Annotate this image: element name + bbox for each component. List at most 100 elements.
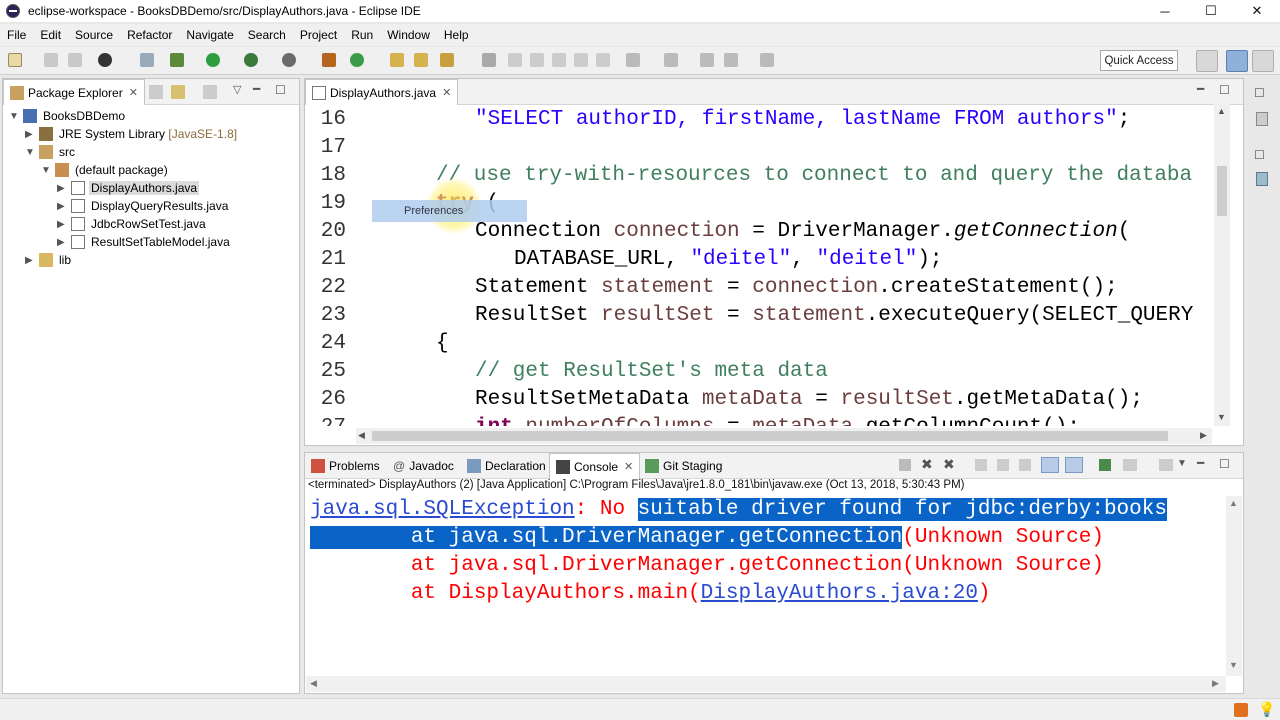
show-source-icon[interactable]: [574, 53, 588, 67]
quick-access-field[interactable]: Quick Access: [1100, 50, 1178, 71]
skip-breakpoints-icon[interactable]: [140, 53, 154, 67]
remove-all-launches-icon[interactable]: ✖: [943, 456, 955, 473]
save-icon[interactable]: [44, 53, 58, 67]
chevron-down-icon[interactable]: ▼: [41, 165, 51, 176]
scroll-left-icon[interactable]: ◀: [358, 430, 365, 441]
new-java-project-icon[interactable]: [322, 53, 336, 67]
scroll-thumb[interactable]: [1217, 166, 1227, 216]
word-wrap-icon[interactable]: [1019, 459, 1031, 471]
tab-package-explorer[interactable]: Package Explorer ✕: [3, 79, 145, 105]
close-icon[interactable]: ✕: [129, 86, 138, 99]
minimize-view-icon[interactable]: ━: [1197, 456, 1204, 470]
scroll-up-icon[interactable]: ▲: [1229, 498, 1238, 508]
run-icon[interactable]: [206, 53, 220, 67]
preferences-tooltip[interactable]: Preferences: [372, 200, 527, 222]
tab-problems[interactable]: Problems: [305, 453, 386, 479]
scroll-down-icon[interactable]: ▼: [1217, 412, 1226, 422]
toggle-whitespace-icon[interactable]: [552, 53, 566, 67]
tree-item-src[interactable]: ▼ src: [25, 143, 77, 161]
close-button[interactable]: ✕: [1234, 0, 1280, 22]
scroll-lock-icon[interactable]: [997, 459, 1009, 471]
menu-window[interactable]: Window: [380, 28, 437, 42]
console-horizontal-scrollbar[interactable]: ◀ ▶: [306, 676, 1226, 692]
source-link[interactable]: DisplayAuthors.java:20: [701, 582, 978, 605]
open-console-icon[interactable]: [1159, 459, 1173, 471]
maximize-view-icon[interactable]: ☐: [275, 83, 286, 97]
menu-file[interactable]: File: [0, 28, 33, 42]
java-perspective-icon[interactable]: [1226, 50, 1248, 72]
previous-annotation-icon[interactable]: [664, 53, 678, 67]
next-annotation-icon[interactable]: [626, 53, 640, 67]
search-icon[interactable]: [440, 53, 454, 67]
chevron-right-icon[interactable]: ▶: [57, 183, 67, 194]
display-selected-console-icon[interactable]: [1123, 459, 1137, 471]
task-list-icon[interactable]: [1256, 172, 1268, 186]
annotation-icon[interactable]: [482, 53, 496, 67]
console-vertical-scrollbar[interactable]: ▲ ▼: [1226, 496, 1242, 676]
menu-refactor[interactable]: Refactor: [120, 28, 179, 42]
chevron-down-icon[interactable]: ▼: [1177, 458, 1187, 469]
debug-perspective-icon[interactable]: [1252, 50, 1274, 72]
restore-view-icon[interactable]: ☐: [1254, 86, 1265, 100]
maximize-view-icon[interactable]: ☐: [1219, 457, 1230, 471]
chevron-right-icon[interactable]: ▶: [25, 255, 35, 266]
coverage-icon[interactable]: [244, 53, 258, 67]
tab-console[interactable]: Console ✕: [549, 453, 641, 479]
new-class-icon[interactable]: [350, 53, 364, 67]
chevron-right-icon[interactable]: ▶: [25, 129, 35, 140]
minimize-button[interactable]: ─: [1142, 0, 1188, 22]
back-icon[interactable]: [724, 53, 738, 67]
scroll-right-icon[interactable]: ▶: [1200, 430, 1207, 441]
maximize-view-icon[interactable]: ☐: [1219, 83, 1230, 97]
collapse-all-icon[interactable]: [149, 85, 163, 99]
chevron-right-icon[interactable]: ▶: [57, 201, 67, 212]
menu-navigate[interactable]: Navigate: [179, 28, 240, 42]
tree-item-file[interactable]: ▶ DisplayQueryResults.java: [57, 197, 230, 215]
tab-declaration[interactable]: Declaration: [461, 453, 552, 479]
minimize-view-icon[interactable]: ━: [1197, 82, 1204, 96]
close-icon[interactable]: ✕: [624, 460, 633, 473]
menu-help[interactable]: Help: [437, 28, 476, 42]
external-tools-icon[interactable]: [282, 53, 296, 67]
menu-source[interactable]: Source: [68, 28, 120, 42]
chevron-right-icon[interactable]: ▶: [57, 237, 67, 248]
tab-git-staging[interactable]: Git Staging: [639, 453, 728, 479]
close-icon[interactable]: ✕: [442, 86, 451, 99]
open-perspective-icon[interactable]: [1196, 50, 1218, 72]
tree-item-project[interactable]: ▼ BooksDBDemo: [9, 107, 127, 125]
link-with-editor-icon[interactable]: [171, 85, 185, 99]
chevron-right-icon[interactable]: ▶: [57, 219, 67, 230]
scroll-up-icon[interactable]: ▲: [1217, 106, 1226, 116]
scroll-left-icon[interactable]: ◀: [310, 678, 317, 689]
save-all-icon[interactable]: [68, 53, 82, 67]
scroll-right-icon[interactable]: ▶: [1212, 678, 1219, 689]
tree-item-file[interactable]: ▶ DisplayAuthors.java: [57, 179, 200, 197]
menu-search[interactable]: Search: [241, 28, 293, 42]
view-menu-icon[interactable]: ▽: [233, 83, 241, 96]
editor-vertical-scrollbar[interactable]: ▲ ▼: [1214, 104, 1230, 426]
toggle-mark-occurrences-icon[interactable]: [508, 53, 522, 67]
chevron-down-icon[interactable]: ▼: [9, 111, 19, 122]
code-editor[interactable]: 16 "SELECT authorID, firstName, lastName …: [306, 104, 1214, 426]
scroll-thumb[interactable]: [372, 431, 1168, 441]
rss-icon[interactable]: [1234, 703, 1248, 717]
remove-launch-icon[interactable]: ✖: [921, 456, 933, 473]
tip-lightbulb-icon[interactable]: 💡: [1258, 701, 1275, 718]
tab-display-authors[interactable]: DisplayAuthors.java ✕: [305, 79, 459, 105]
tree-item-default-package[interactable]: ▼ (default package): [41, 161, 170, 179]
menu-run[interactable]: Run: [344, 28, 380, 42]
outline-icon[interactable]: [1256, 112, 1268, 126]
debug-icon[interactable]: [170, 53, 184, 67]
profile-icon[interactable]: [98, 53, 112, 67]
chevron-down-icon[interactable]: ▼: [25, 147, 35, 158]
pilcrow-icon[interactable]: [596, 53, 610, 67]
filters-icon[interactable]: [203, 85, 217, 99]
maximize-button[interactable]: ☐: [1188, 0, 1234, 22]
forward-icon[interactable]: [760, 53, 774, 67]
open-type-icon[interactable]: [390, 53, 404, 67]
pin-console-icon[interactable]: [1099, 459, 1111, 471]
open-task-icon[interactable]: [414, 53, 428, 67]
console-output[interactable]: java.sql.SQLException: No suitable drive…: [306, 496, 1226, 676]
tree-item-jre[interactable]: ▶ JRE System Library [JavaSE-1.8]: [25, 125, 239, 143]
menu-edit[interactable]: Edit: [33, 28, 68, 42]
